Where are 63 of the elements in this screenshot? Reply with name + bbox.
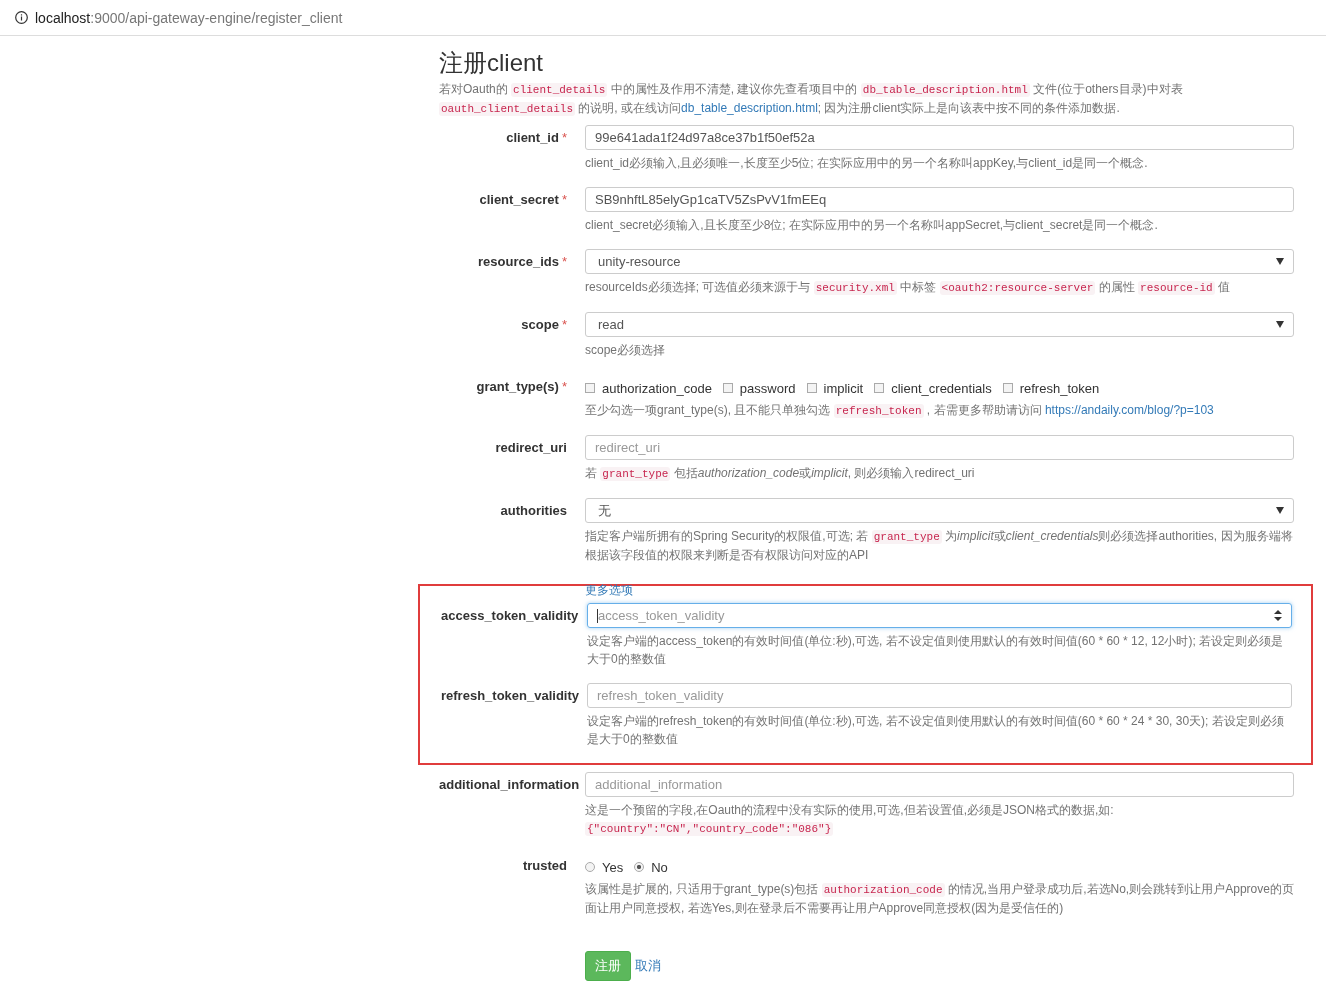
help-text: 若 grant_type 包括authorization_code或implicit, 则必须输入redirect_uri bbox=[585, 465, 976, 483]
checkbox-label: client_credentials bbox=[891, 380, 992, 396]
select-field[interactable]: read bbox=[585, 312, 1294, 337]
input-field[interactable]: additional_information bbox=[585, 772, 1294, 797]
help-text: scope必须选择 bbox=[585, 342, 667, 359]
field-label: refresh_token_validity bbox=[441, 688, 579, 703]
radio-button[interactable] bbox=[634, 862, 645, 872]
spinner-icon[interactable] bbox=[1274, 610, 1282, 621]
help-text: client_id必须输入,且必须唯一,长度至少5位; 在实际应用中的另一个名称叫appKey,与client_id是同一个概念. bbox=[585, 155, 1149, 172]
page-title: 注册client bbox=[439, 48, 545, 78]
field-label: client_secret bbox=[479, 192, 559, 207]
checkbox[interactable] bbox=[722, 383, 733, 393]
help-text: 设定客户端的refresh_token的有效时间值(单位:秒),可选, 若不设定值则使用默认的有效时间值(60 * 60 * 24 * 30, 30天); 若设定则必须是大于0的整数值 bbox=[587, 713, 1285, 748]
help-text: 若对Oauth的 client_details 中的属性及作用不清楚, 建议你先查看项目中的 db_table_description.html 文件(位于others目录)中对表 oauth_client_details 的说明, 或在线访问db_table_description.html; 因为注册client实际上是向该表中按不同的条件添加数据. bbox=[439, 81, 1184, 118]
checkbox[interactable] bbox=[1002, 383, 1013, 393]
help-link[interactable]: db_table_description.html bbox=[681, 101, 818, 115]
checkbox-label: authorization_code bbox=[602, 380, 712, 396]
required-mark: * bbox=[561, 317, 567, 332]
field-label: client_id bbox=[506, 130, 559, 145]
input-field[interactable]: redirect_uri bbox=[585, 435, 1294, 460]
input-field[interactable]: access_token_validity bbox=[587, 603, 1292, 628]
field-label: grant_type(s) bbox=[476, 379, 559, 394]
field-label: resource_ids bbox=[478, 254, 559, 269]
select-field[interactable]: unity-resource bbox=[585, 249, 1294, 274]
radio-button[interactable] bbox=[585, 862, 595, 872]
help-text: 至少勾选一项grant_type(s), 且不能只单独勾选 refresh_token , 若需更多帮助请访问 https://andaily.com/blog/?p=103 bbox=[585, 402, 1215, 420]
help-text: 这是一个预留的字段,在Oauth的流程中没有实际的使用,可选,但若设置值,必须是JSON格式的数据,如: {"country":"CN","country_code":"086"} bbox=[585, 802, 1115, 838]
required-mark: * bbox=[561, 254, 567, 269]
required-mark: * bbox=[561, 192, 567, 207]
input-field[interactable]: refresh_token_validity bbox=[587, 683, 1292, 708]
checkbox[interactable] bbox=[874, 383, 885, 393]
submit-button[interactable]: 注册 bbox=[585, 951, 631, 981]
field-label: scope bbox=[521, 317, 559, 332]
cancel-link[interactable]: 取消 bbox=[635, 957, 661, 975]
help-text: 设定客户端的access_token的有效时间值(单位:秒),可选, 若不设定值则使用默认的有效时间值(60 * 60 * 12, 12小时); 若设定则必须是大于0的整数值 bbox=[587, 633, 1285, 668]
radio-label: Yes bbox=[602, 859, 624, 875]
more-options-link[interactable]: 更多选项 bbox=[585, 583, 633, 597]
url-text: localhost:9000/api-gateway-engine/register_client bbox=[35, 9, 343, 26]
dropdown-arrow-icon bbox=[1276, 258, 1284, 265]
help-text: 指定客户端所拥有的Spring Security的权限值,可选; 若 grant_type 为implicit或client_credentials则必须选择authorities, 因为服务端将根据该字段值的权限来判断是否有权限访问对应的API bbox=[585, 528, 1294, 564]
checkbox[interactable] bbox=[585, 383, 595, 393]
help-text: client_secret必须输入,且长度至少8位; 在实际应用中的另一个名称叫appSecret,与client_secret是同一个概念. bbox=[585, 217, 1159, 234]
checkbox-label: password bbox=[739, 380, 796, 396]
input-field[interactable]: SB9nhftL85elyGp1caTV5ZsPvV1fmEEq bbox=[585, 187, 1294, 212]
field-label: access_token_validity bbox=[441, 608, 579, 623]
input-field[interactable]: 99e641ada1f24d97a8ce37b1f50ef52a bbox=[585, 125, 1294, 150]
required-mark: * bbox=[561, 379, 567, 394]
help-link[interactable]: https://andaily.com/blog/?p=103 bbox=[1044, 403, 1214, 417]
field-label: additional_information bbox=[439, 777, 580, 792]
checkbox-label: refresh_token bbox=[1019, 380, 1100, 396]
help-text: resourceIds必须选择; 可选值必须来源于与 security.xml 中标签 <oauth2:resource-server 的属性 resource-id 值 bbox=[585, 279, 1232, 297]
checkbox[interactable] bbox=[806, 383, 817, 393]
info-icon[interactable] bbox=[15, 11, 28, 24]
field-label: authorities bbox=[500, 503, 567, 518]
field-label: trusted bbox=[522, 858, 567, 873]
checkbox-label: implicit bbox=[823, 380, 864, 396]
dropdown-arrow-icon bbox=[1276, 507, 1284, 514]
select-field[interactable]: 无 bbox=[585, 498, 1294, 523]
help-text: 该属性是扩展的, 只适用于grant_type(s)包括 authorization_code 的情况,当用户登录成功后,若选No,则会跳转到让用户Approve的页面让用户同意授权, 若选Yes,则在登录后不需要再让用户Approve同意授权(因为是受信任的) bbox=[585, 881, 1294, 917]
required-mark: * bbox=[561, 130, 567, 145]
field-label: redirect_uri bbox=[495, 440, 567, 455]
dropdown-arrow-icon bbox=[1276, 321, 1284, 328]
radio-label: No bbox=[651, 859, 668, 875]
